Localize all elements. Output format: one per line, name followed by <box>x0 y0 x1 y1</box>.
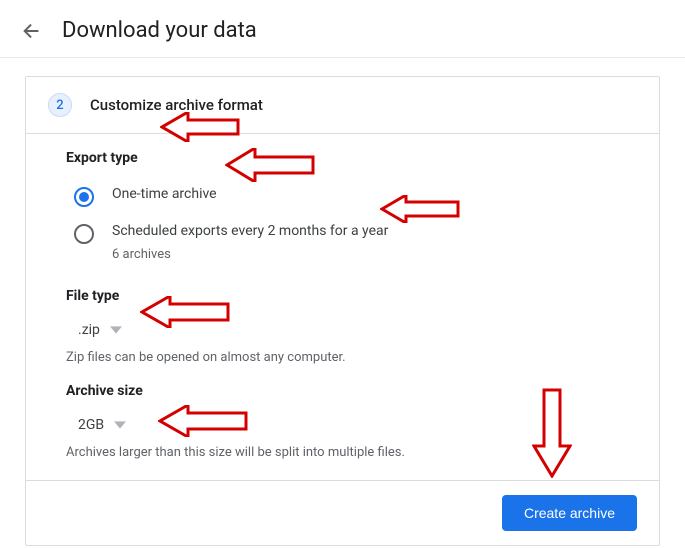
step-panel: 2 Customize archive format Export type O… <box>25 76 660 546</box>
archive-size-helper: Archives larger than this size will be s… <box>66 445 619 460</box>
file-type-select[interactable]: .zip <box>66 316 619 344</box>
arrow-back-icon <box>21 20 43 42</box>
archive-size-label: Archive size <box>66 383 619 399</box>
page-header: Download your data <box>0 0 685 58</box>
radio-unselected-icon <box>74 224 94 244</box>
step-title: Customize archive format <box>90 96 263 114</box>
file-type-helper: Zip files can be opened on almost any co… <box>66 350 619 365</box>
export-type-option-onetime[interactable]: One-time archive <box>66 178 619 215</box>
archive-size-select[interactable]: 2GB <box>66 411 619 439</box>
radio-selected-icon <box>74 187 94 207</box>
option-label: Scheduled exports every 2 months for a y… <box>112 223 388 239</box>
back-button[interactable] <box>20 19 44 43</box>
panel-footer: Create archive <box>26 480 659 545</box>
option-label: One-time archive <box>112 186 217 202</box>
export-type-option-scheduled[interactable]: Scheduled exports every 2 months for a y… <box>66 215 619 270</box>
step-header: 2 Customize archive format <box>26 77 659 134</box>
step-body: Export type One-time archive Scheduled e… <box>26 134 659 480</box>
export-type-label: Export type <box>66 150 619 166</box>
file-type-value: .zip <box>78 322 100 338</box>
option-sublabel: 6 archives <box>112 247 388 262</box>
step-number-badge: 2 <box>48 93 72 117</box>
chevron-down-icon <box>110 324 122 336</box>
create-archive-button[interactable]: Create archive <box>502 495 637 531</box>
file-type-label: File type <box>66 288 619 304</box>
page-title: Download your data <box>62 18 257 43</box>
archive-size-value: 2GB <box>78 417 104 433</box>
chevron-down-icon <box>114 419 126 431</box>
